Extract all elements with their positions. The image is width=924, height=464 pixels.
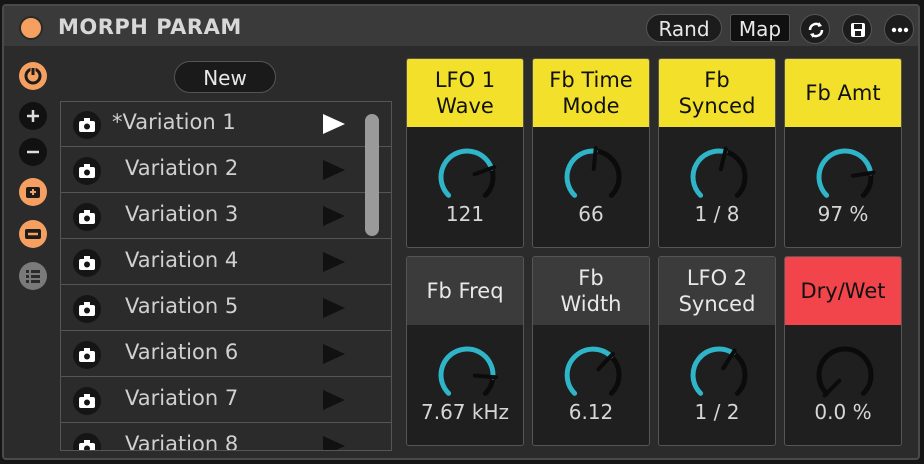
device-title: MORPH PARAM xyxy=(58,15,242,39)
variation-row[interactable]: Variation 7 xyxy=(61,378,391,423)
rand-button[interactable]: Rand xyxy=(646,14,722,42)
knob-value-arc xyxy=(690,346,736,396)
param-name[interactable]: LFO 1 Wave xyxy=(407,59,523,127)
param-value: 6.12 xyxy=(568,400,614,424)
variation-row[interactable]: Variation 6 xyxy=(61,332,391,377)
knob-value-arc xyxy=(564,148,598,198)
param-cell: LFO 2 Synced 1 / 2 xyxy=(658,256,776,446)
new-variation-button[interactable]: New xyxy=(174,61,276,93)
title-bar: MORPH PARAM Rand Map xyxy=(4,6,918,46)
param-name[interactable]: Fb Time Mode xyxy=(533,59,649,127)
variation-list: *Variation 1 Variation 2 Variation 3 Variat… xyxy=(60,101,392,451)
device-toggle-button[interactable] xyxy=(19,16,43,40)
variation-label: Variation 7 xyxy=(125,386,239,410)
param-cell: Fb Width 6.12 xyxy=(532,256,650,446)
map-button[interactable]: Map xyxy=(730,14,790,42)
knob-needle xyxy=(822,378,842,398)
param-value: 7.67 kHz xyxy=(420,400,509,424)
play-icon[interactable] xyxy=(323,390,345,410)
param-knob[interactable] xyxy=(435,343,499,407)
knob-value-arc xyxy=(438,148,494,198)
knob-value-arc xyxy=(438,346,496,396)
variation-label: Variation 2 xyxy=(125,156,239,180)
variation-label: Variation 8 xyxy=(125,432,239,451)
variation-row[interactable]: Variation 2 xyxy=(61,148,391,193)
param-cell: Fb Time Mode 66 xyxy=(532,58,650,248)
snapshot-remove-icon[interactable] xyxy=(17,218,49,250)
knob-value-arc xyxy=(564,346,614,396)
play-icon[interactable] xyxy=(323,252,345,272)
play-icon[interactable] xyxy=(323,344,345,364)
play-icon[interactable] xyxy=(323,114,345,134)
param-name[interactable]: Fb Width xyxy=(533,257,649,325)
play-icon[interactable] xyxy=(323,160,345,180)
variation-row[interactable]: Variation 3 xyxy=(61,194,391,239)
param-name[interactable]: LFO 2 Synced xyxy=(659,257,775,325)
param-cell: Fb Amt 97 % xyxy=(784,58,902,248)
variation-label: *Variation 1 xyxy=(112,110,236,134)
camera-icon[interactable] xyxy=(73,341,101,369)
param-knob[interactable] xyxy=(687,145,751,209)
add-icon[interactable] xyxy=(17,100,49,132)
param-knob[interactable] xyxy=(813,343,877,407)
variation-row[interactable]: Variation 4 xyxy=(61,240,391,285)
param-value: 0.0 % xyxy=(814,400,872,424)
knob-needle xyxy=(596,351,615,372)
variation-scrollbar[interactable] xyxy=(365,114,379,236)
more-icon[interactable] xyxy=(884,14,914,44)
knob-value-arc xyxy=(690,148,728,198)
param-knob[interactable] xyxy=(813,145,877,209)
param-cell: Fb Synced 1 / 8 xyxy=(658,58,776,248)
remove-icon[interactable] xyxy=(17,136,49,168)
camera-icon[interactable] xyxy=(73,295,101,323)
variation-row[interactable]: Variation 5 xyxy=(61,286,391,331)
param-name[interactable]: Fb Synced xyxy=(659,59,775,127)
power-icon[interactable] xyxy=(17,60,49,92)
camera-icon[interactable] xyxy=(73,387,101,415)
param-value: 121 xyxy=(445,202,485,226)
play-icon[interactable] xyxy=(323,436,345,450)
param-value: 97 % xyxy=(817,202,869,226)
knob-needle xyxy=(472,373,498,380)
sync-icon[interactable] xyxy=(800,14,830,44)
play-icon[interactable] xyxy=(323,298,345,318)
variation-label: Variation 3 xyxy=(125,202,239,226)
morph-param-panel: MORPH PARAM Rand Map New *Variation 1 Va… xyxy=(2,4,920,460)
camera-icon[interactable] xyxy=(73,249,101,277)
param-knob[interactable] xyxy=(561,145,625,209)
variation-label: Variation 6 xyxy=(125,340,239,364)
play-icon[interactable] xyxy=(323,206,345,226)
param-name[interactable]: Fb Amt xyxy=(785,59,901,127)
param-value: 66 xyxy=(578,202,604,226)
snapshot-add-icon[interactable] xyxy=(17,176,49,208)
param-name[interactable]: Fb Freq xyxy=(407,257,523,325)
camera-icon[interactable] xyxy=(73,157,101,185)
variation-row[interactable]: *Variation 1 xyxy=(61,102,391,147)
param-value: 1 / 8 xyxy=(694,202,740,226)
device-frame: MORPH PARAM Rand Map New *Variation 1 Va… xyxy=(0,0,924,464)
param-knob[interactable] xyxy=(435,145,499,209)
list-icon[interactable] xyxy=(17,260,49,292)
save-icon[interactable] xyxy=(842,14,872,44)
variation-label: Variation 4 xyxy=(125,248,239,272)
param-knob[interactable] xyxy=(561,343,625,407)
param-cell: Dry/Wet 0.0 % xyxy=(784,256,902,446)
param-cell: Fb Freq 7.67 kHz xyxy=(406,256,524,446)
camera-icon[interactable] xyxy=(73,203,101,231)
param-name[interactable]: Dry/Wet xyxy=(785,257,901,325)
param-knob[interactable] xyxy=(687,343,751,407)
variation-row[interactable]: Variation 8 xyxy=(61,424,391,451)
param-value: 1 / 2 xyxy=(694,400,740,424)
param-cell: LFO 1 Wave 121 xyxy=(406,58,524,248)
camera-icon[interactable] xyxy=(73,111,101,139)
knob-needle xyxy=(591,146,598,172)
variation-label: Variation 5 xyxy=(125,294,239,318)
camera-icon[interactable] xyxy=(73,433,101,450)
